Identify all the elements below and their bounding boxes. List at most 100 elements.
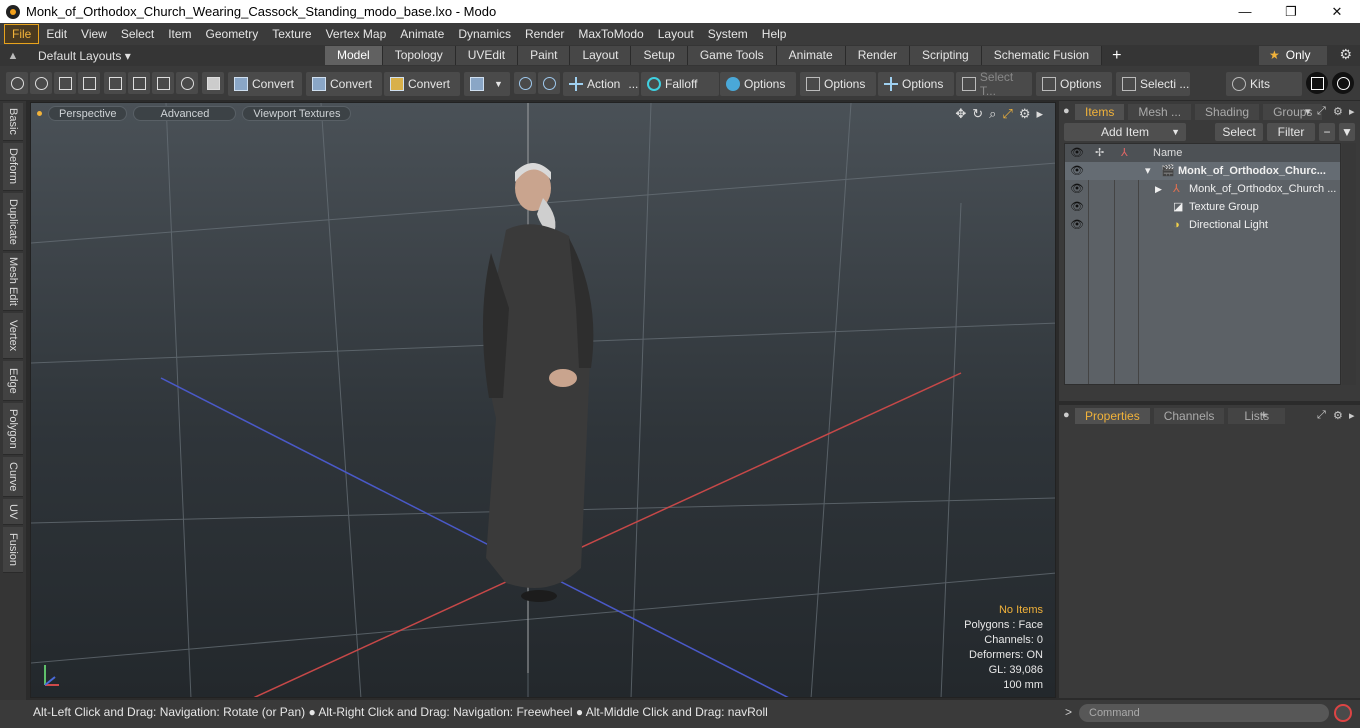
menu-help[interactable]: Help xyxy=(755,24,794,44)
panel-gear-icon[interactable]: ⚙ xyxy=(1333,105,1343,118)
symmetry-icon[interactable] xyxy=(514,72,536,94)
select-materials-icon[interactable] xyxy=(104,72,126,94)
panel-arrow-icon[interactable]: ▸ xyxy=(1349,409,1355,422)
item-list-scrollbar[interactable] xyxy=(1342,143,1356,385)
workplane-icon[interactable] xyxy=(538,72,560,94)
visibility-eye-icon[interactable]: 👁 xyxy=(1070,162,1084,180)
item-row-texture-group[interactable]: 👁 ◪ Texture Group xyxy=(1065,198,1340,216)
select-pivot-icon[interactable] xyxy=(128,72,150,94)
advanced-button[interactable]: Advanced xyxy=(133,105,237,121)
visibility-eye-icon[interactable]: 👁 xyxy=(1070,216,1084,234)
name-column-header[interactable]: Name xyxy=(1153,147,1182,159)
record-stop-icon[interactable] xyxy=(1334,704,1352,722)
options-button-3[interactable]: Options xyxy=(878,72,954,96)
tab-setup[interactable]: Setup xyxy=(631,46,688,65)
unity-icon[interactable] xyxy=(1306,72,1328,94)
expand-arrow-icon[interactable]: ▾ xyxy=(1145,162,1153,180)
menu-maxtomodo[interactable]: MaxToModo xyxy=(571,24,650,44)
close-button[interactable]: ✕ xyxy=(1314,0,1360,23)
menu-item[interactable]: Item xyxy=(161,24,198,44)
tab-mesh[interactable]: Mesh ... xyxy=(1128,104,1192,120)
vtab-vertex[interactable]: Vertex xyxy=(3,313,23,359)
tab-scripting[interactable]: Scripting xyxy=(910,46,982,65)
select-edges-icon[interactable] xyxy=(30,72,52,94)
tab-game-tools[interactable]: Game Tools xyxy=(687,46,777,65)
select-vertices-icon[interactable] xyxy=(6,72,28,94)
collapse-icon[interactable]: − xyxy=(1319,123,1335,141)
options-button-4[interactable]: Options xyxy=(1036,72,1112,96)
tab-uvedit[interactable]: UVEdit xyxy=(455,46,519,65)
menu-view[interactable]: View xyxy=(74,24,114,44)
add-tab-plus-icon[interactable]: + xyxy=(1260,407,1268,422)
default-layouts-dropdown[interactable]: Default Layouts ▾ xyxy=(26,49,146,63)
vtab-duplicate[interactable]: Duplicate xyxy=(3,193,23,251)
add-tab-plus-icon[interactable]: + xyxy=(1102,46,1131,65)
vtab-curve[interactable]: Curve xyxy=(3,457,23,497)
tab-shading[interactable]: Shading xyxy=(1195,104,1260,120)
select-center-icon[interactable] xyxy=(152,72,174,94)
select-through-button[interactable]: Select T... xyxy=(956,70,1032,98)
move-view-icon[interactable]: ✥ xyxy=(955,106,966,122)
convert-button-3[interactable]: Convert xyxy=(384,72,460,96)
item-row-directional-light[interactable]: 👁 ◑ Directional Light xyxy=(1065,216,1340,234)
menu-texture[interactable]: Texture xyxy=(265,24,318,44)
expand-arrow-icon[interactable]: ▶ xyxy=(1155,180,1163,198)
vtab-polygon[interactable]: Polygon xyxy=(3,403,23,455)
falloff-button[interactable]: Falloff xyxy=(641,72,719,96)
only-toggle[interactable]: ★ Only xyxy=(1259,46,1327,65)
convert-button-2[interactable]: Convert xyxy=(306,72,382,96)
menu-select[interactable]: Select xyxy=(114,24,161,44)
perspective-button[interactable]: Perspective xyxy=(48,105,128,121)
tab-channels[interactable]: Channels xyxy=(1153,408,1225,424)
tab-groups[interactable]: Groups xyxy=(1263,104,1323,120)
tab-paint[interactable]: Paint xyxy=(518,46,571,65)
funnel-icon[interactable]: ▼ xyxy=(1339,123,1355,141)
tab-layout[interactable]: Layout xyxy=(570,46,632,65)
select-auto-icon[interactable] xyxy=(176,72,198,94)
tab-topology[interactable]: Topology xyxy=(382,46,456,65)
viewport-menu-arrow-icon[interactable]: ▸ xyxy=(1036,106,1043,122)
zoom-icon[interactable]: ⌕ xyxy=(989,106,996,122)
vtab-fusion[interactable]: Fusion xyxy=(3,527,23,573)
tab-model[interactable]: Model xyxy=(325,46,383,65)
options-button-2[interactable]: Options xyxy=(800,72,876,96)
add-item-dropdown[interactable]: Add Item ▼ xyxy=(1064,123,1186,141)
menu-system[interactable]: System xyxy=(701,24,755,44)
rotate-view-icon[interactable]: ↻ xyxy=(972,106,983,122)
vtab-mesh-edit[interactable]: Mesh Edit xyxy=(3,253,23,311)
command-input[interactable]: Command xyxy=(1079,704,1329,722)
expand-panel-icon[interactable]: ⤢ xyxy=(1317,409,1326,422)
3d-viewport[interactable]: Perspective Advanced Viewport Textures ✥… xyxy=(30,102,1056,698)
item-row-scene[interactable]: 👁 ▾ 🎬 Monk_of_Orthodox_Churc... xyxy=(1065,162,1340,180)
tab-lists[interactable]: Lists xyxy=(1228,408,1286,424)
viewport-gear-icon[interactable]: ⚙ xyxy=(1019,106,1031,122)
gear-icon[interactable]: ⚙ xyxy=(1339,46,1352,63)
panel-gear-icon[interactable]: ⚙ xyxy=(1333,409,1343,422)
select-items-icon[interactable] xyxy=(78,72,100,94)
vtab-basic[interactable]: Basic xyxy=(3,103,23,141)
menu-dynamics[interactable]: Dynamics xyxy=(451,24,518,44)
vtab-edge[interactable]: Edge xyxy=(3,361,23,401)
menu-edit[interactable]: Edit xyxy=(39,24,74,44)
menu-animate[interactable]: Animate xyxy=(393,24,451,44)
visibility-eye-icon[interactable]: 👁 xyxy=(1070,180,1084,198)
menu-layout[interactable]: Layout xyxy=(651,24,701,44)
minimize-button[interactable]: — xyxy=(1222,0,1268,23)
vtab-uv[interactable]: UV xyxy=(3,499,23,525)
vtab-deform[interactable]: Deform xyxy=(3,143,23,191)
maximize-button[interactable]: ❐ xyxy=(1268,0,1314,23)
tab-properties[interactable]: Properties xyxy=(1075,408,1150,424)
tab-animate[interactable]: Animate xyxy=(776,46,846,65)
shield-icon[interactable] xyxy=(202,72,224,94)
expand-panel-icon[interactable]: ⤢ xyxy=(1317,105,1326,118)
cube-dropdown-button[interactable]: ▼ xyxy=(464,72,510,96)
menu-geometry[interactable]: Geometry xyxy=(199,24,266,44)
tab-render[interactable]: Render xyxy=(845,46,911,65)
select-button[interactable]: Select xyxy=(1215,123,1263,141)
panel-arrow-icon[interactable]: ▸ xyxy=(1349,105,1355,118)
tab-schematic-fusion[interactable]: Schematic Fusion xyxy=(981,46,1103,65)
menu-vertex-map[interactable]: Vertex Map xyxy=(319,24,394,44)
filter-button[interactable]: Filter xyxy=(1267,123,1315,141)
options-button-1[interactable]: Options xyxy=(720,72,796,96)
visibility-eye-icon[interactable]: 👁 xyxy=(1070,198,1084,216)
